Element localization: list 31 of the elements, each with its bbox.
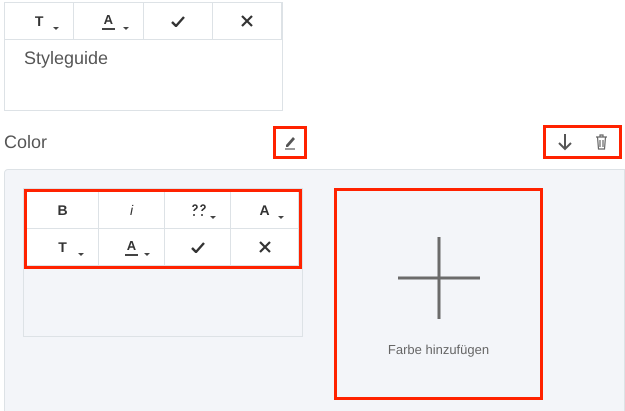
toolbar-button[interactable]: A [99, 229, 165, 266]
toolbar-button[interactable]: T [5, 3, 74, 40]
caret-icon [144, 253, 150, 256]
toolbar-button[interactable] [212, 3, 282, 40]
toolbar-button[interactable]: i [99, 192, 165, 229]
arrow-down-icon [557, 133, 573, 151]
unlink-icon [190, 202, 206, 218]
delete-button[interactable] [595, 134, 608, 150]
toolbar-button[interactable] [165, 192, 231, 229]
check-icon [190, 242, 204, 252]
close-icon [258, 241, 270, 253]
section-title: Color [4, 130, 48, 154]
check-icon [170, 16, 185, 26]
move-down-button[interactable] [557, 133, 573, 151]
trash-icon [595, 134, 608, 150]
toolbar-button[interactable]: B [27, 192, 99, 229]
edit-button[interactable] [273, 126, 307, 158]
toolbar-button[interactable] [231, 229, 299, 266]
toolbar-button[interactable]: A [231, 192, 299, 229]
caret-icon [53, 27, 60, 30]
add-color-button[interactable]: Farbe hinzufügen [334, 188, 543, 400]
pencil-icon [282, 134, 298, 150]
toolbar-button[interactable]: A [74, 3, 144, 40]
toolbar-button[interactable]: T [27, 229, 99, 266]
caret-icon [78, 253, 84, 256]
caret-icon [122, 27, 128, 30]
editor-text: Styleguide [24, 47, 108, 70]
caret-icon [210, 216, 216, 219]
close-icon [240, 15, 253, 27]
plus-icon [398, 237, 480, 319]
caret-icon [278, 216, 284, 219]
